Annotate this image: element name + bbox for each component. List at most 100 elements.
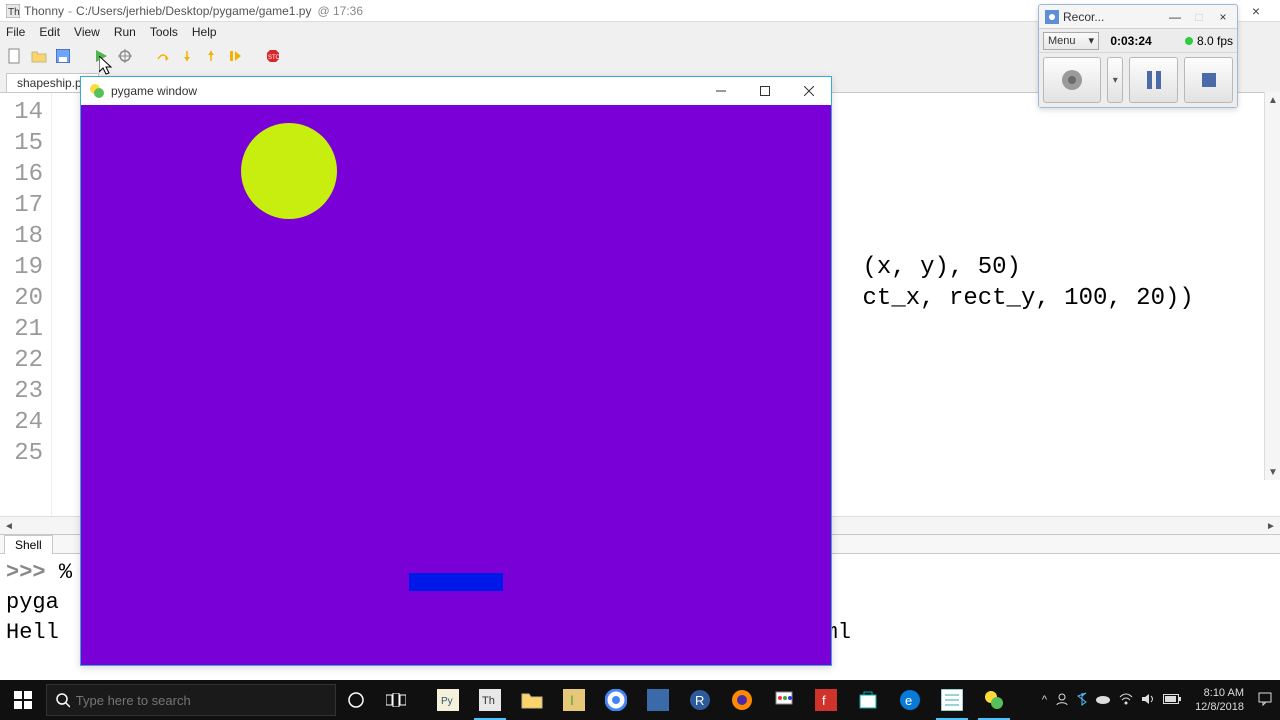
app-name: Thonny: [24, 0, 64, 22]
cortana-icon: [347, 691, 365, 709]
close-button[interactable]: ×: [1236, 0, 1276, 22]
taskbar-thonny[interactable]: Th: [470, 680, 510, 720]
recorder-fps: 8.0 fps: [1163, 34, 1233, 48]
pygame-window: pygame window: [80, 76, 832, 666]
tray-overflow-icon[interactable]: ^: [1042, 694, 1047, 706]
title-path: C:/Users/jerhieb/Desktop/pygame/game1.py: [76, 0, 311, 22]
svg-text:Py: Py: [441, 696, 453, 707]
taskbar-chrome[interactable]: [596, 680, 636, 720]
taskbar-notepad[interactable]: [932, 680, 972, 720]
game-paddle: [409, 573, 503, 591]
recorder-title-text: Recor...: [1063, 10, 1104, 24]
taskbar-firefox[interactable]: [722, 680, 762, 720]
tray-onedrive-icon[interactable]: [1095, 694, 1111, 707]
thonny-icon: Th: [6, 4, 20, 18]
stop-icon[interactable]: STOP: [264, 47, 282, 65]
cortana-button[interactable]: [336, 680, 376, 720]
open-file-icon[interactable]: [30, 47, 48, 65]
svg-text:f: f: [822, 693, 826, 708]
line-number-gutter: 14 15 16 17 18 19 20 21 22 23 24 25: [0, 93, 52, 516]
windows-icon: [14, 691, 32, 709]
save-icon[interactable]: [54, 47, 72, 65]
close-button[interactable]: ×: [1211, 7, 1235, 27]
taskbar-edge[interactable]: e: [890, 680, 930, 720]
taskbar-clock[interactable]: 8:10 AM 12/8/2018: [1189, 686, 1250, 714]
task-view-button[interactable]: [376, 680, 416, 720]
taskbar-file-explorer[interactable]: [512, 680, 552, 720]
tray-wifi-icon[interactable]: [1119, 693, 1133, 708]
svg-text:I: I: [570, 692, 574, 708]
system-tray: ^ 8:10 AM 12/8/2018: [1034, 686, 1280, 714]
scroll-right-icon[interactable]: ►: [1262, 517, 1280, 535]
stop-button[interactable]: [1184, 57, 1233, 103]
recorder-controls: ▾: [1039, 53, 1237, 107]
run-icon[interactable]: [92, 47, 110, 65]
minimize-button[interactable]: —: [1163, 7, 1187, 27]
svg-text:Th: Th: [482, 695, 495, 707]
scroll-down-icon[interactable]: ▼: [1265, 464, 1280, 480]
pygame-canvas: [81, 105, 831, 665]
debug-icon[interactable]: [116, 47, 134, 65]
task-view-icon: [386, 693, 406, 707]
tray-volume-icon[interactable]: [1141, 693, 1155, 708]
tray-people-icon[interactable]: [1055, 692, 1069, 709]
taskbar-app-blue[interactable]: [638, 680, 678, 720]
clock-time: 8:10 AM: [1195, 686, 1244, 700]
maximize-button[interactable]: [743, 77, 787, 105]
start-button[interactable]: [0, 680, 46, 720]
notifications-icon[interactable]: [1258, 692, 1272, 709]
taskbar-python-idle[interactable]: Py: [428, 680, 468, 720]
taskbar-app-r[interactable]: R: [680, 680, 720, 720]
minimize-button[interactable]: [699, 77, 743, 105]
search-icon: [55, 692, 70, 708]
recorder-toolbar: Menu▾ 0:03:24 8.0 fps: [1039, 29, 1237, 53]
taskbar-paint[interactable]: [764, 680, 804, 720]
menu-tools[interactable]: Tools: [150, 25, 178, 39]
pygame-title-text: pygame window: [111, 84, 197, 98]
tray-bluetooth-icon[interactable]: [1077, 692, 1087, 709]
scroll-up-icon[interactable]: ▲: [1265, 92, 1280, 108]
chevron-down-icon: ▾: [1088, 34, 1094, 47]
scroll-left-icon[interactable]: ◄: [0, 517, 18, 535]
recorder-menu-dropdown[interactable]: Menu▾: [1043, 32, 1099, 50]
svg-text:R: R: [695, 693, 704, 708]
taskbar-app-i[interactable]: I: [554, 680, 594, 720]
tab-shell[interactable]: Shell: [4, 535, 53, 554]
maximize-button[interactable]: □: [1187, 7, 1211, 27]
step-over-icon[interactable]: [154, 47, 172, 65]
search-input[interactable]: [76, 693, 327, 708]
taskbar-search[interactable]: [46, 684, 336, 716]
menu-file[interactable]: File: [6, 25, 25, 39]
taskbar-apps: Py Th I R f e: [416, 680, 1034, 720]
pygame-titlebar[interactable]: pygame window: [81, 77, 831, 105]
resume-icon[interactable]: [226, 47, 244, 65]
game-ball: [241, 123, 337, 219]
title-suffix: @ 17:36: [317, 0, 363, 22]
recording-indicator-icon: [1185, 37, 1193, 45]
close-button[interactable]: [787, 77, 831, 105]
menu-view[interactable]: View: [74, 25, 100, 39]
windows-taskbar: Py Th I R f e ^ 8:10 AM 12/8/2018: [0, 680, 1280, 720]
taskbar-app-f[interactable]: f: [806, 680, 846, 720]
record-dropdown[interactable]: ▾: [1107, 57, 1123, 103]
menu-edit[interactable]: Edit: [39, 25, 60, 39]
menu-run[interactable]: Run: [114, 25, 136, 39]
svg-text:STOP: STOP: [268, 55, 280, 61]
editor-vscrollbar[interactable]: ▲ ▼: [1264, 92, 1280, 480]
taskbar-store[interactable]: [848, 680, 888, 720]
record-button[interactable]: [1043, 57, 1101, 103]
step-into-icon[interactable]: [178, 47, 196, 65]
chevron-down-icon: ▾: [1113, 75, 1118, 86]
new-file-icon[interactable]: [6, 47, 24, 65]
menu-help[interactable]: Help: [192, 25, 217, 39]
recorder-window: Recor... — □ × Menu▾ 0:03:24 8.0 fps ▾: [1038, 4, 1238, 108]
tray-battery-icon[interactable]: [1163, 694, 1181, 707]
pause-button[interactable]: [1129, 57, 1178, 103]
recorder-icon: [1045, 10, 1059, 24]
recorder-titlebar[interactable]: Recor... — □ ×: [1039, 5, 1237, 29]
step-out-icon[interactable]: [202, 47, 220, 65]
svg-text:e: e: [905, 693, 912, 708]
clock-date: 12/8/2018: [1195, 700, 1244, 714]
recorder-elapsed-time: 0:03:24: [1103, 34, 1159, 48]
taskbar-pygame[interactable]: [974, 680, 1014, 720]
